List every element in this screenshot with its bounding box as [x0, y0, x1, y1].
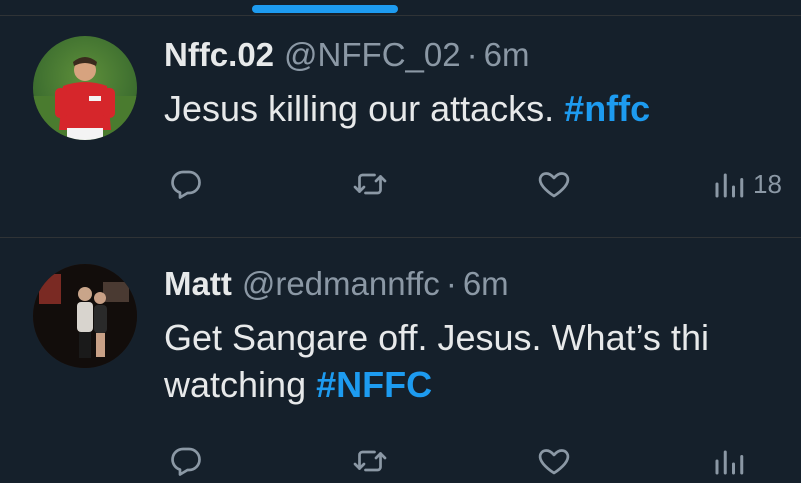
- avatar-couple-image: [33, 264, 137, 368]
- reply-icon: [171, 447, 201, 476]
- views-button[interactable]: 18: [711, 166, 782, 202]
- like-button[interactable]: [536, 443, 572, 479]
- retweet-button[interactable]: [352, 443, 388, 479]
- tweet-card[interactable]: Matt @redmannffc · 6m Get Sangare off. Jesu…: [0, 238, 801, 476]
- reply-button[interactable]: [168, 443, 204, 479]
- views-icon: [715, 173, 744, 198]
- reply-icon: [171, 170, 201, 199]
- avatar[interactable]: [33, 36, 137, 140]
- retweet-icon: [353, 450, 387, 472]
- active-tab-indicator: [252, 5, 398, 13]
- views-icon: [715, 450, 744, 475]
- like-icon: [538, 172, 570, 198]
- tweet-text-line-1: Get Sangare off. Jesus. What’s thi: [164, 317, 709, 358]
- tweet-actions: [0, 443, 801, 483]
- tweet-text: Get Sangare off. Jesus. What’s thi watchi…: [164, 314, 709, 408]
- avatar-player-image: [33, 57, 137, 140]
- tweet-header: Matt @redmannffc · 6m: [164, 267, 509, 300]
- separator-dot: ·: [466, 36, 478, 73]
- user-handle[interactable]: @redmannffc: [242, 265, 440, 302]
- display-name[interactable]: Nffc.02: [164, 36, 274, 73]
- views-button[interactable]: [711, 443, 747, 479]
- tweet-text: Jesus killing our attacks. #nffc: [164, 85, 650, 132]
- tweet-text-body: Jesus killing our attacks.: [164, 88, 565, 129]
- timestamp[interactable]: 6m: [484, 36, 530, 73]
- like-icon: [538, 449, 570, 475]
- separator-dot: ·: [445, 265, 457, 302]
- hashtag-link[interactable]: #nffc: [564, 88, 650, 129]
- tweet-actions: 18: [0, 166, 801, 206]
- like-button[interactable]: [536, 166, 572, 202]
- reply-button[interactable]: [168, 166, 204, 202]
- tweet-text-line-2: watching #NFFC: [164, 361, 709, 408]
- display-name[interactable]: Matt: [164, 265, 232, 302]
- tweet-header: Nffc.02 @NFFC_02 · 6m: [164, 38, 529, 71]
- retweet-button[interactable]: [352, 166, 388, 202]
- avatar[interactable]: [33, 264, 137, 368]
- hashtag-link[interactable]: #NFFC: [316, 364, 432, 405]
- tweet-text-body: watching: [164, 364, 317, 405]
- user-handle[interactable]: @NFFC_02: [284, 36, 461, 73]
- retweet-icon: [353, 173, 387, 195]
- timestamp[interactable]: 6m: [463, 265, 509, 302]
- tweet-card[interactable]: Nffc.02 @NFFC_02 · 6m Jesus killing our att…: [0, 16, 801, 237]
- views-count: 18: [753, 168, 782, 199]
